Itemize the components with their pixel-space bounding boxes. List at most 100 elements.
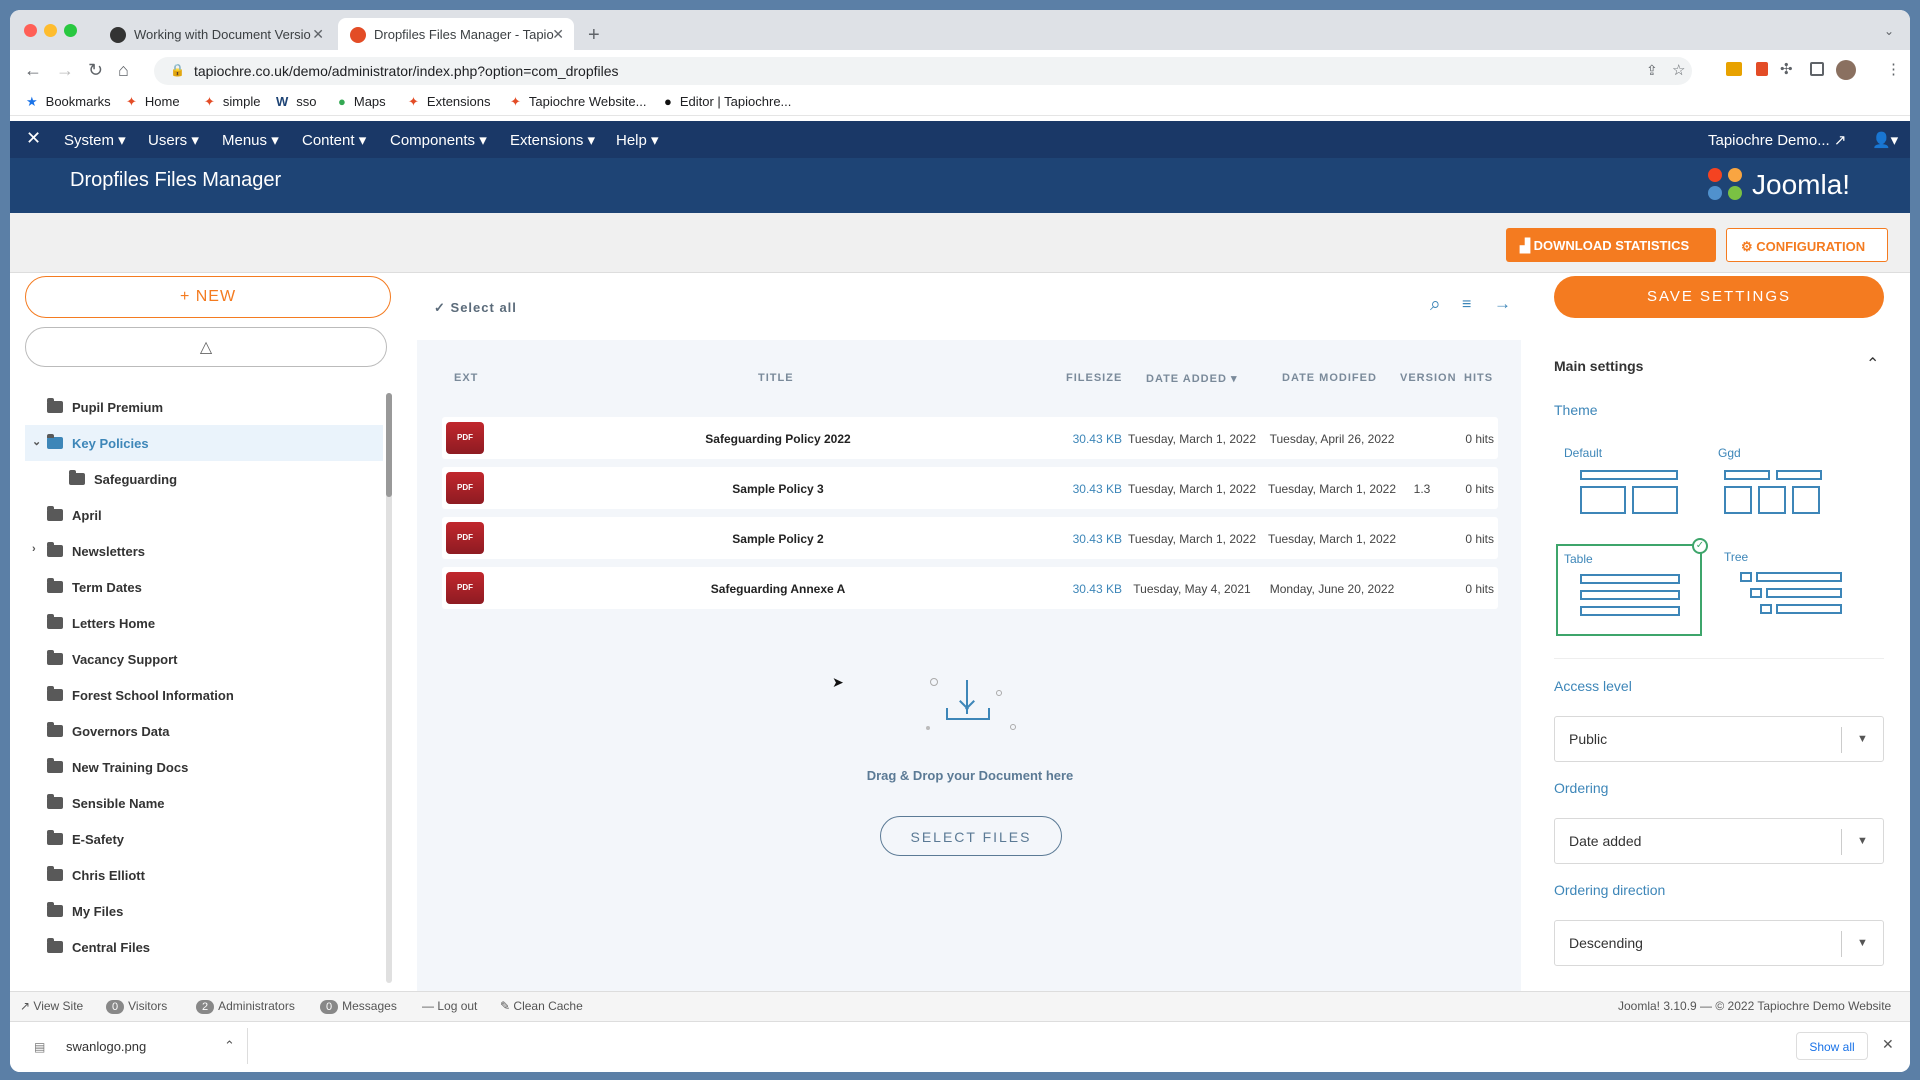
bookmark-editor[interactable]: ● Editor | Tapiochre...	[664, 94, 791, 109]
select-all-button[interactable]: ✓ Select all	[434, 300, 517, 316]
bookmark-extensions[interactable]: ✦ Extensions	[408, 94, 491, 110]
extension-icon[interactable]	[1726, 62, 1742, 76]
tree-item[interactable]: Chris Elliott	[25, 857, 383, 893]
chevron-down-icon[interactable]: ⌄	[32, 435, 41, 448]
visitors-link[interactable]: 0 Visitors	[106, 999, 167, 1014]
collapse-section-icon[interactable]: ⌃	[1866, 354, 1879, 374]
file-row[interactable]: PDF Safeguarding Annexe A 30.43 KB Tuesday,…	[442, 567, 1498, 609]
tree-item[interactable]: E-Safety	[25, 821, 383, 857]
col-ext[interactable]: EXT	[454, 372, 478, 384]
tree-item[interactable]: ⌄ Key Policies	[25, 425, 383, 461]
configuration-button[interactable]: ⚙ CONFIGURATION	[1726, 228, 1888, 262]
user-menu-icon[interactable]: 👤▾	[1872, 131, 1898, 149]
show-all-button[interactable]: Show all	[1796, 1032, 1868, 1060]
col-filesize[interactable]: FILESIZE	[1066, 372, 1122, 384]
bookmark-home[interactable]: ✦ Home	[126, 94, 180, 110]
tree-item[interactable]: Pupil Premium	[25, 389, 383, 425]
tree-item[interactable]: Letters Home	[25, 605, 383, 641]
profile-avatar[interactable]	[1836, 60, 1856, 80]
download-statistics-button[interactable]: ▟ DOWNLOAD STATISTICS	[1506, 228, 1716, 262]
col-hits[interactable]: HITS	[1464, 372, 1493, 384]
new-tab-icon[interactable]: +	[588, 24, 600, 47]
theme-tree[interactable]: Tree	[1720, 544, 1850, 636]
tree-item[interactable]: New Training Docs	[25, 749, 383, 785]
bookmark-star-icon[interactable]: ☆	[1672, 61, 1685, 79]
tree-item[interactable]: › Newsletters	[25, 533, 383, 569]
sort-desc-icon: ▾	[1230, 373, 1238, 385]
tree-scrollbar[interactable]	[386, 393, 392, 983]
tree-item[interactable]: Governors Data	[25, 713, 383, 749]
address-bar[interactable]: 🔒 tapiochre.co.uk/demo/administrator/ind…	[154, 57, 1692, 85]
category-tree: Pupil Premium ⌄ Key Policies Safeguarding Ap…	[25, 389, 383, 984]
filter-icon[interactable]: ≡	[1462, 296, 1471, 314]
select-files-button[interactable]: SELECT FILES	[880, 816, 1062, 856]
menu-components[interactable]: Components ▾	[390, 131, 487, 149]
tree-item[interactable]: Safeguarding	[25, 461, 383, 497]
minimize-window-icon[interactable]	[44, 24, 57, 37]
col-date-added[interactable]: DATE ADDED ▾	[1146, 372, 1237, 385]
messages-link[interactable]: 0 Messages	[320, 999, 397, 1014]
sidebar-icon[interactable]	[1810, 62, 1824, 76]
download-item[interactable]: ▤ swanlogo.png ⌃	[28, 1028, 248, 1064]
tree-item[interactable]: Term Dates	[25, 569, 383, 605]
bookmark-sso[interactable]: Wsso	[276, 94, 317, 109]
theme-ggd[interactable]: Ggd	[1718, 446, 1848, 526]
save-settings-button[interactable]: SAVE SETTINGS	[1554, 276, 1884, 318]
reload-icon[interactable]: ↻	[88, 60, 103, 81]
home-icon[interactable]: ⌂	[118, 60, 129, 81]
bookmark-simple[interactable]: ✦ simple	[204, 94, 260, 110]
ordering-direction-select[interactable]: Descending ▼	[1554, 920, 1884, 966]
new-category-button[interactable]: + NEW	[25, 276, 391, 318]
theme-default[interactable]: Default	[1564, 446, 1694, 526]
tree-item[interactable]: Vacancy Support	[25, 641, 383, 677]
ordering-select[interactable]: Date added ▼	[1554, 818, 1884, 864]
access-level-select[interactable]: Public ▼	[1554, 716, 1884, 762]
col-title[interactable]: TITLE	[758, 372, 794, 384]
chevron-up-icon[interactable]: ⌃	[224, 1038, 235, 1054]
tree-item[interactable]: My Files	[25, 893, 383, 929]
theme-table[interactable]: Table ✓	[1556, 538, 1708, 636]
back-icon[interactable]: ←	[24, 60, 42, 81]
share-icon[interactable]: ⇪	[1646, 62, 1658, 79]
menu-menus[interactable]: Menus ▾	[222, 131, 279, 149]
joomla-logo-icon[interactable]: ✕	[26, 128, 41, 149]
clean-cache-link[interactable]: ✎ Clean Cache	[500, 999, 583, 1013]
file-row[interactable]: PDF Sample Policy 2 30.43 KB Tuesday, March…	[442, 517, 1498, 559]
menu-content[interactable]: Content ▾	[302, 131, 366, 149]
file-row[interactable]: PDF Safeguarding Policy 2022 30.43 KB Tuesd…	[442, 417, 1498, 459]
tab-dropfiles[interactable]: Dropfiles Files Manager - Tapio ✕	[338, 18, 574, 50]
close-tab-icon[interactable]: ✕	[312, 26, 324, 43]
maximize-window-icon[interactable]	[64, 24, 77, 37]
menu-users[interactable]: Users ▾	[148, 131, 199, 149]
col-version[interactable]: VERSION	[1400, 372, 1457, 384]
collapse-arrow-icon[interactable]: →	[1494, 294, 1511, 314]
file-row[interactable]: PDF Sample Policy 3 30.43 KB Tuesday, March…	[442, 467, 1498, 509]
menu-help[interactable]: Help ▾	[616, 131, 659, 149]
site-link[interactable]: Tapiochre Demo... ↗	[1708, 131, 1846, 149]
tree-item[interactable]: Sensible Name	[25, 785, 383, 821]
menu-dots-icon[interactable]: ⋮	[1886, 60, 1901, 78]
menu-extensions[interactable]: Extensions ▾	[510, 131, 595, 149]
tab-working-with-document[interactable]: Working with Document Versio ✕	[98, 18, 334, 50]
menu-system[interactable]: System ▾	[64, 131, 126, 149]
tree-item[interactable]: Central Files	[25, 929, 383, 965]
bookmark-maps[interactable]: ● Maps	[338, 94, 386, 109]
tab-search-icon[interactable]: ⌄	[1884, 24, 1894, 38]
search-icon[interactable]: ⌕	[1430, 294, 1441, 316]
tree-item[interactable]: April	[25, 497, 383, 533]
google-drive-button[interactable]: △	[25, 327, 387, 367]
view-site-link[interactable]: ↗ View Site	[20, 999, 83, 1013]
tree-item[interactable]: Forest School Information	[25, 677, 383, 713]
bookmark-bookmarks[interactable]: ★ Bookmarks	[26, 94, 111, 110]
close-tab-icon[interactable]: ✕	[552, 26, 564, 43]
puzzle-icon[interactable]: ✣	[1780, 60, 1793, 78]
close-downloads-icon[interactable]: ✕	[1882, 1036, 1894, 1053]
bookmark-tapiochre-website[interactable]: ✦ Tapiochre Website...	[510, 94, 646, 110]
logout-link[interactable]: — Log out	[422, 999, 477, 1013]
forward-icon[interactable]: →	[56, 60, 74, 81]
close-window-icon[interactable]	[24, 24, 37, 37]
col-date-modified[interactable]: DATE MODIFED	[1282, 372, 1377, 384]
administrators-link[interactable]: 2 Administrators	[196, 999, 295, 1014]
chevron-right-icon[interactable]: ›	[32, 543, 36, 555]
extension-icon[interactable]	[1756, 62, 1768, 76]
